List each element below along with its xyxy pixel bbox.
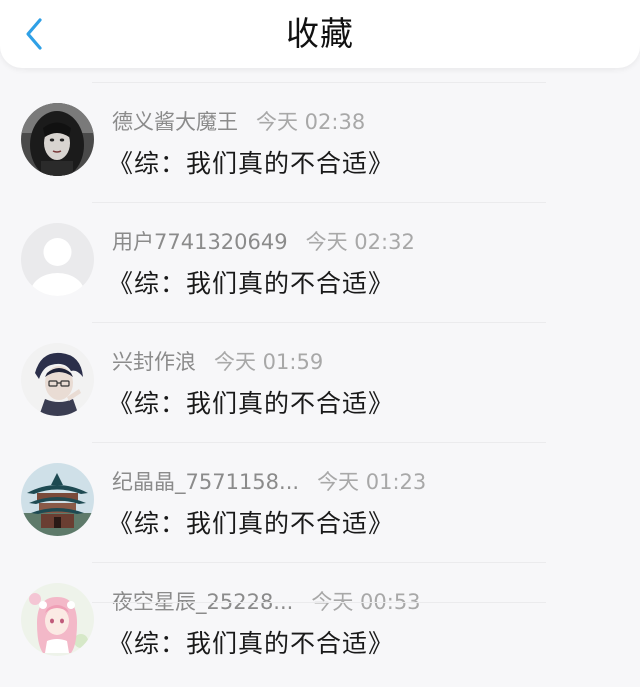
divider: [92, 562, 546, 563]
item-meta: 纪晶晶_7571158... 今天 01:23: [112, 466, 426, 496]
avatar-pagoda-building: [21, 463, 94, 536]
username[interactable]: 用户7741320649: [112, 226, 288, 256]
timestamp: 今天 02:38: [256, 110, 366, 134]
divider: [92, 322, 546, 323]
item-meta: 用户7741320649 今天 02:32: [112, 226, 415, 256]
favorites-screen: 收藏 德义酱大魔王 今天 02:38 《综：我们真的不合适》 用户7741320…: [0, 0, 640, 687]
favorites-list: 德义酱大魔王 今天 02:38 《综：我们真的不合适》 用户7741320649…: [0, 82, 640, 682]
list-item[interactable]: 德义酱大魔王 今天 02:38 《综：我们真的不合适》: [0, 82, 640, 202]
timestamp: 今天 01:23: [317, 470, 427, 494]
book-title[interactable]: 《综：我们真的不合适》: [108, 384, 394, 420]
top-bar: 收藏: [0, 0, 640, 68]
avatar[interactable]: [21, 343, 94, 416]
book-title[interactable]: 《综：我们真的不合适》: [108, 264, 394, 300]
book-title[interactable]: 《综：我们真的不合适》: [108, 144, 394, 180]
item-meta: 德义酱大魔王 今天 02:38: [112, 106, 365, 136]
list-item[interactable]: 夜空星辰_25228... 今天 00:53 《综：我们真的不合适》: [0, 562, 640, 682]
item-meta: 兴封作浪 今天 01:59: [112, 346, 323, 376]
book-title[interactable]: 《综：我们真的不合适》: [108, 504, 394, 540]
item-meta: 夜空星辰_25228... 今天 00:53: [112, 586, 421, 616]
avatar-pink-anime-girl: [21, 583, 94, 656]
avatar-default-placeholder: [21, 223, 94, 296]
timestamp: 今天 01:59: [214, 350, 324, 374]
divider: [92, 442, 546, 443]
divider: [92, 82, 546, 83]
username[interactable]: 夜空星辰_25228...: [112, 586, 293, 616]
avatar[interactable]: [21, 223, 94, 296]
book-title[interactable]: 《综：我们真的不合适》: [108, 624, 394, 660]
avatar[interactable]: [21, 463, 94, 536]
list-item[interactable]: 兴封作浪 今天 01:59 《综：我们真的不合适》: [0, 322, 640, 442]
divider: [92, 602, 546, 603]
avatar[interactable]: [21, 103, 94, 176]
avatar-anime-boy-glasses: [21, 343, 94, 416]
page-title: 收藏: [286, 14, 354, 53]
username[interactable]: 纪晶晶_7571158...: [112, 466, 299, 496]
divider: [92, 202, 546, 203]
list-item[interactable]: 纪晶晶_7571158... 今天 01:23 《综：我们真的不合适》: [0, 442, 640, 562]
avatar-dark-hair-girl: [21, 103, 94, 176]
username[interactable]: 兴封作浪: [112, 346, 196, 376]
avatar[interactable]: [21, 583, 94, 656]
timestamp: 今天 02:32: [305, 230, 415, 254]
timestamp: 今天 00:53: [311, 590, 421, 614]
username[interactable]: 德义酱大魔王: [112, 106, 238, 136]
list-item[interactable]: 用户7741320649 今天 02:32 《综：我们真的不合适》: [0, 202, 640, 322]
